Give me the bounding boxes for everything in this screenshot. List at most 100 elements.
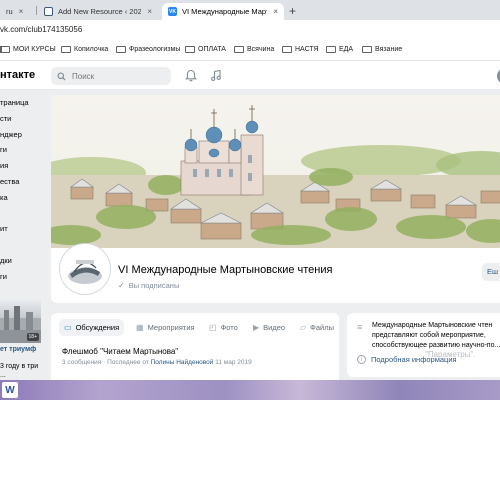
bookmark-label: МОИ КУРСЫ xyxy=(13,46,56,53)
topic-title[interactable]: Флешмоб "Читаем Мартынова" xyxy=(62,347,178,356)
tab-files[interactable]: ▱ Файлы xyxy=(295,319,339,336)
bookmark-folder[interactable]: НАСТЯ xyxy=(282,46,319,53)
left-menu-item[interactable] xyxy=(0,206,48,222)
taskbar: W xyxy=(0,380,500,400)
folder-icon xyxy=(362,46,372,53)
bookmark-label: Всячина xyxy=(247,46,275,53)
bookmark-folder[interactable]: Копилочка xyxy=(61,46,108,53)
url-text[interactable]: vk.com/club174135056 xyxy=(0,25,82,34)
folder-icon xyxy=(282,46,292,53)
tab-label: Видео xyxy=(263,323,286,332)
search-input[interactable] xyxy=(70,70,160,82)
vk-logo[interactable]: нтакте xyxy=(0,69,35,81)
topic-author-link[interactable]: Полины Найденовой xyxy=(151,359,214,366)
vk-header: нтакте xyxy=(0,61,500,90)
folder-icon xyxy=(61,46,71,53)
search-icon xyxy=(57,71,66,81)
tab-video[interactable]: ▶ Видео xyxy=(248,319,290,336)
community-logo xyxy=(68,260,102,284)
search-box[interactable] xyxy=(51,67,171,85)
bookmarks-bar: МОИ КУРСЫ Копилочка Фразеологизмы ОПЛАТА… xyxy=(0,42,500,61)
community-info-block: ≡ Международные Мартыновские чтен предст… xyxy=(347,313,500,377)
bookmark-label: Вязание xyxy=(375,46,403,53)
tab-label: Мероприятия xyxy=(147,323,195,332)
community-name: VI Международные Мартыновские чтения xyxy=(118,264,333,276)
left-menu-item[interactable]: дки xyxy=(0,253,48,269)
blank-area xyxy=(0,400,500,500)
description-line: Международные Мартыновские чтен xyxy=(372,322,493,329)
address-bar[interactable]: vk.com/club174135056 xyxy=(0,20,500,42)
tab-separator xyxy=(36,6,37,15)
ad-title[interactable]: ет триумф xyxy=(0,346,36,353)
video-icon: ▶ xyxy=(253,323,260,332)
bookmark-folder[interactable]: Вязание xyxy=(362,46,402,53)
community-action-button[interactable]: Еш xyxy=(482,263,500,281)
close-icon[interactable]: × xyxy=(147,7,152,16)
bookmark-folder[interactable]: ЕДА xyxy=(326,46,353,53)
tab-label: Файлы xyxy=(310,323,334,332)
folder-icon xyxy=(326,46,336,53)
bookmark-label: ОПЛАТА xyxy=(198,46,226,53)
tab-label: Обсуждения xyxy=(75,323,120,332)
bookmark-folder[interactable]: Всячина xyxy=(234,46,274,53)
left-menu-item[interactable]: ит xyxy=(0,221,48,237)
left-menu-item[interactable]: сти xyxy=(0,111,48,127)
community-description: Международные Мартыновские чтен представ… xyxy=(372,321,500,351)
left-menu-item[interactable]: ги xyxy=(0,269,48,285)
tab-events[interactable]: ▦ Мероприятия xyxy=(131,319,200,336)
browser-tab-1[interactable]: ru × xyxy=(0,3,34,20)
community-cover xyxy=(51,95,500,248)
vk-icon: VK xyxy=(168,7,177,16)
calendar-icon: ▦ xyxy=(136,323,144,332)
tab-label: Фото xyxy=(220,323,238,332)
tab-label: Add New Resource ‹ 2022 - 2023 xyxy=(58,7,142,16)
ad-thumbnail[interactable]: 18+ xyxy=(0,300,41,343)
left-menu-item[interactable]: нджер xyxy=(0,127,48,143)
new-tab-button[interactable]: + xyxy=(289,4,296,18)
bookmark-label: НАСТЯ xyxy=(295,46,319,53)
music-icon[interactable] xyxy=(210,69,222,82)
bookmark-folder[interactable]: Фразеологизмы xyxy=(116,46,180,53)
tab-discussions[interactable]: ▭ Обсуждения xyxy=(59,319,125,336)
photo-icon: ◰ xyxy=(209,323,217,332)
word-icon[interactable]: W xyxy=(2,382,18,398)
chat-icon: ▭ xyxy=(64,323,72,332)
description-icon: ≡ xyxy=(357,322,363,332)
left-menu-item[interactable]: ия xyxy=(0,158,48,174)
browser-tab-strip: ru × Add New Resource ‹ 2022 - 2023 × VK… xyxy=(0,0,500,20)
folder-icon xyxy=(234,46,244,53)
left-menu-item[interactable]: траница xyxy=(0,95,48,111)
left-menu-item[interactable] xyxy=(0,237,48,253)
close-icon[interactable]: × xyxy=(19,7,24,16)
subscription-label: Вы подписаны xyxy=(128,281,180,290)
info-icon: i xyxy=(357,355,366,364)
folder-icon xyxy=(0,46,10,53)
bookmark-label: Копилочка xyxy=(74,46,109,53)
description-line: представляют собой мероприятие, xyxy=(372,332,486,339)
left-menu-item[interactable]: ги xyxy=(0,142,48,158)
topic-meta-prefix: 3 сообщения · Последнее от xyxy=(62,359,151,366)
browser-tab-2[interactable]: Add New Resource ‹ 2022 - 2023 × xyxy=(38,3,158,20)
tab-photos[interactable]: ◰ Фото xyxy=(204,319,243,336)
age-badge: 18+ xyxy=(26,333,39,341)
bookmark-folder[interactable]: МОИ КУРСЫ xyxy=(0,46,56,53)
close-icon[interactable]: × xyxy=(273,7,278,16)
community-avatar[interactable] xyxy=(60,244,110,294)
folder-icon xyxy=(185,46,195,53)
left-menu-item[interactable]: ка xyxy=(0,190,48,206)
subscription-status[interactable]: ✓ Вы подписаны xyxy=(118,281,179,290)
left-menu-item[interactable]: ества xyxy=(0,174,48,190)
topic-meta: 3 сообщения · Последнее от Полины Найден… xyxy=(62,359,252,366)
tab-label: ru xyxy=(6,7,13,16)
browser-tab-3-active[interactable]: VK VI Международные Мартыновские чтения … xyxy=(162,3,284,20)
bell-icon[interactable] xyxy=(185,69,197,82)
bookmark-label: ЕДА xyxy=(339,46,354,53)
wordpress-icon xyxy=(44,7,53,16)
cover-image xyxy=(51,95,500,248)
folder-icon xyxy=(116,46,126,53)
check-icon: ✓ xyxy=(118,281,125,290)
activation-watermark: "Параметры". xyxy=(425,350,476,359)
file-icon: ▱ xyxy=(300,323,307,332)
bookmark-folder[interactable]: ОПЛАТА xyxy=(185,46,226,53)
ad-text: 3 году в три ... xyxy=(0,363,39,379)
